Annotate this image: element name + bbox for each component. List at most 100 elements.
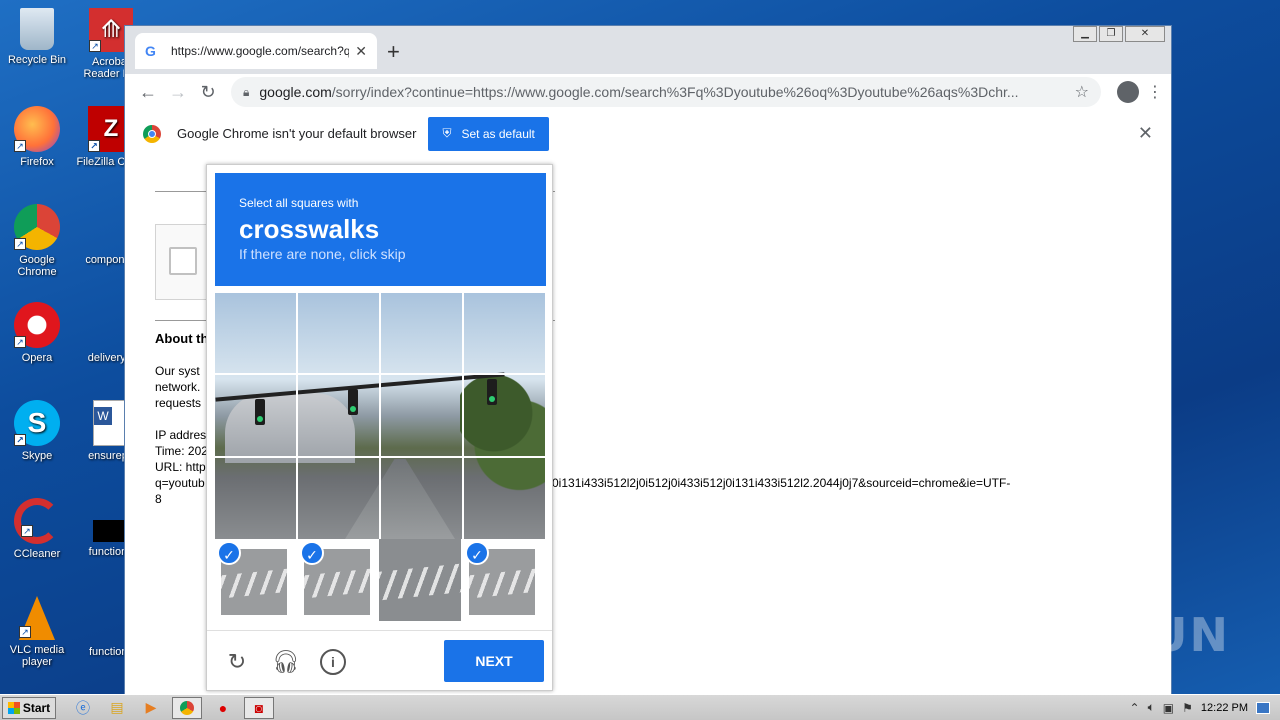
- recaptcha-checkbox[interactable]: [169, 247, 197, 275]
- page-text-line: IP addres: [155, 428, 207, 442]
- desktop-icon-ccleaner[interactable]: ↗ CCleaner: [0, 498, 74, 560]
- challenge-hint: If there are none, click skip: [239, 246, 406, 262]
- start-label: Start: [22, 700, 51, 715]
- url-host: google.com: [259, 84, 332, 100]
- shield-icon: ⛨: [442, 126, 452, 140]
- page-text-line: Time: 202: [155, 444, 208, 458]
- network-icon[interactable]: ▣: [1163, 701, 1174, 715]
- media-player-taskbar-icon[interactable]: ▶: [138, 697, 164, 719]
- start-button[interactable]: Start: [2, 696, 56, 719]
- traffic-light-icon: [348, 389, 358, 415]
- windows-flag-icon: [7, 701, 20, 714]
- show-desktop-icon[interactable]: [1256, 701, 1270, 714]
- opera-taskbar-icon[interactable]: ●: [210, 697, 236, 719]
- forward-arrow-icon[interactable]: →: [163, 82, 193, 103]
- desktop-icon-label: CCleaner: [13, 548, 61, 560]
- vlc-cone-icon: ↗: [19, 596, 55, 640]
- desktop-icon-label: Skype: [21, 450, 53, 462]
- desktop-icon-label: VLC media player: [9, 644, 65, 668]
- set-as-default-button[interactable]: ⛨ Set as default: [428, 116, 549, 151]
- desktop-icon-chrome[interactable]: ↗ Google Chrome: [0, 204, 74, 278]
- desktop-icon-skype[interactable]: S ↗ Skype: [0, 400, 74, 462]
- desktop-icon-label: Recycle Bin: [7, 54, 67, 66]
- reload-icon[interactable]: ↻: [193, 82, 223, 103]
- page-text-line: network.: [155, 380, 201, 394]
- tile-3[interactable]: [379, 539, 461, 621]
- show-hidden-icons[interactable]: ⌃: [1130, 701, 1140, 715]
- tab-strip: G https://www.google.com/search?q= ✕ + ▁…: [125, 26, 1171, 74]
- traffic-light-icon: [487, 379, 497, 405]
- desktop-icon-recycle-bin[interactable]: Recycle Bin: [0, 8, 74, 66]
- desktop-icon-label: Google Chrome: [17, 254, 57, 278]
- url-path: /sorry/index?continue=https://www.google…: [331, 84, 1019, 100]
- page-text-line: requests: [155, 396, 202, 410]
- recaptcha-challenge: Select all squares with crosswalks If th…: [206, 164, 553, 691]
- restore-button[interactable]: ❐: [1099, 26, 1123, 42]
- desktop-icon-opera[interactable]: ↗ Opera: [0, 302, 74, 364]
- grid-line: [215, 373, 545, 375]
- audio-headphones-icon[interactable]: 🎧︎: [272, 649, 300, 675]
- app-taskbar-icon[interactable]: ◙: [244, 696, 274, 719]
- shortcut-arrow-icon: ↗: [21, 525, 33, 537]
- set-as-default-label: Set as default: [461, 126, 535, 141]
- volume-icon[interactable]: 🔈︎: [1148, 700, 1155, 715]
- desktop-icon-firefox[interactable]: ↗ Firefox: [0, 106, 74, 168]
- traffic-light-icon: [255, 399, 265, 425]
- new-tab-button[interactable]: +: [387, 39, 400, 65]
- page-text-line: URL: http: [155, 460, 206, 474]
- back-arrow-icon[interactable]: ←: [133, 82, 163, 103]
- infobar-close-icon[interactable]: ✕: [1138, 123, 1153, 144]
- challenge-footer: ↻ 🎧︎ i NEXT: [207, 630, 552, 692]
- road-image-part: [345, 459, 455, 539]
- shortcut-arrow-icon: ↗: [14, 434, 26, 446]
- window-close-button[interactable]: ✕: [1125, 26, 1165, 42]
- clock[interactable]: 12:22 PM: [1201, 702, 1248, 714]
- challenge-instruction: Select all squares with: [239, 196, 359, 210]
- recycle-bin-icon: [20, 8, 54, 50]
- address-url[interactable]: google.com/sorry/index?continue=https://…: [259, 84, 1074, 100]
- chrome-icon: ↗: [14, 204, 60, 250]
- url-tail-text: 0i131i433i512l2j0i512j0i433i512j0i131i43…: [552, 476, 1011, 490]
- checkmark-icon: ✓: [300, 541, 324, 565]
- grid-line: [296, 293, 298, 539]
- checkmark-icon: ✓: [465, 541, 489, 565]
- lock-icon: 🔒︎: [243, 84, 250, 99]
- challenge-target: crosswalks: [239, 214, 380, 244]
- tab-close-icon[interactable]: ✕: [355, 43, 367, 60]
- tab-title: https://www.google.com/search?q=: [171, 44, 350, 58]
- default-browser-infobar: Google Chrome isn't your default browser…: [125, 110, 1171, 158]
- shortcut-arrow-icon: ↗: [14, 238, 26, 250]
- browser-tab[interactable]: G https://www.google.com/search?q= ✕: [135, 33, 377, 69]
- stadium-image-part: [225, 393, 355, 463]
- chrome-taskbar-icon[interactable]: [172, 696, 202, 719]
- ie-taskbar-icon[interactable]: ⓔ: [70, 697, 96, 719]
- info-icon[interactable]: i: [320, 649, 346, 675]
- desktop-icon-vlc[interactable]: ↗ VLC media player: [0, 596, 74, 668]
- address-bar[interactable]: 🔒︎ google.com/sorry/index?continue=https…: [231, 77, 1101, 107]
- action-center-flag-icon[interactable]: ⚑: [1182, 701, 1193, 715]
- profile-avatar-icon[interactable]: [1117, 81, 1139, 103]
- bookmark-star-icon[interactable]: ☆: [1075, 82, 1089, 102]
- trees-image-part: [460, 333, 545, 493]
- shortcut-arrow-icon: ↗: [88, 140, 100, 152]
- window-controls: ▁ ❐ ✕: [1073, 26, 1165, 42]
- challenge-header: Select all squares with crosswalks If th…: [215, 173, 546, 286]
- infobar-message: Google Chrome isn't your default browser: [177, 126, 417, 141]
- shortcut-arrow-icon: ↗: [14, 336, 26, 348]
- next-button[interactable]: NEXT: [444, 640, 544, 682]
- challenge-image-grid[interactable]: [215, 293, 545, 539]
- system-tray: ⌃ 🔈︎ ▣ ⚑ 12:22 PM: [1130, 700, 1280, 715]
- about-heading: About th: [155, 331, 209, 346]
- anyrun-watermark: ANY▷RUN: [961, 608, 1230, 662]
- page-text-line: q=youtub: [155, 476, 205, 490]
- chrome-logo-icon: [143, 124, 161, 143]
- page-text-line: 8: [155, 492, 162, 506]
- minimize-button[interactable]: ▁: [1073, 26, 1097, 42]
- taskbar: Start ⓔ ▤ ▶ ● ◙ ⌃ 🔈︎ ▣ ⚑ 12:22 PM: [0, 694, 1280, 720]
- reload-challenge-icon[interactable]: ↻: [224, 649, 250, 675]
- grid-line: [379, 293, 381, 539]
- kebab-menu-icon[interactable]: ⋮: [1147, 82, 1163, 102]
- grid-line: [462, 293, 464, 539]
- grid-line: [215, 456, 545, 458]
- explorer-taskbar-icon[interactable]: ▤: [104, 697, 130, 719]
